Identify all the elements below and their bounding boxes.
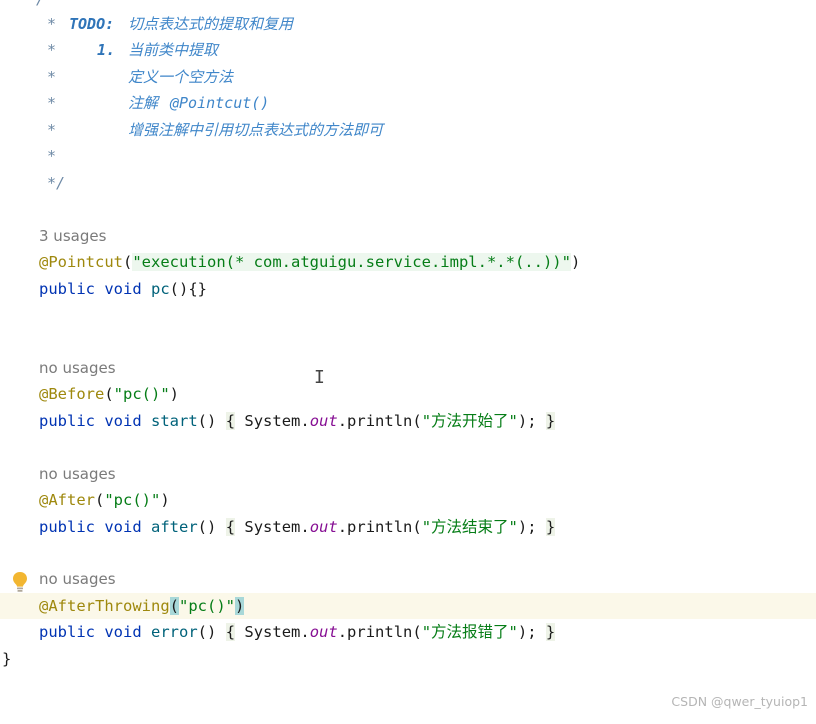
code-line-comment-6: * (0, 143, 816, 169)
comment-item-text: 当前类中提取 (128, 41, 219, 59)
system-class: System. (244, 412, 310, 430)
comment-item-number: 1. (97, 41, 116, 59)
paren-highlight: ( (169, 597, 179, 615)
paren: ) (570, 253, 581, 271)
out-field: out (309, 412, 338, 430)
comment-text: 定义一个空方法 (128, 68, 234, 86)
message-string: "方法报错了" (421, 623, 518, 641)
statement-end: ); (517, 623, 537, 641)
brace: { (225, 623, 236, 641)
comment-star: * (47, 121, 57, 139)
code-line-comment-5: * 增强注解中引用切点表达式的方法即可 (0, 117, 816, 143)
usages-hint[interactable]: 3 usages (39, 223, 106, 249)
out-field: out (309, 518, 338, 536)
keyword: public void (39, 412, 142, 430)
out-field: out (309, 623, 338, 641)
code-line-class-close: } (0, 646, 816, 672)
code-line-pointcut-annotation: @Pointcut("execution(* com.atguigu.servi… (0, 249, 816, 275)
watermark: CSDN @qwer_tyuiop1 (671, 694, 808, 709)
code-line-comment-4: * 注解 @Pointcut() (0, 90, 816, 116)
comment-star: * (47, 94, 57, 112)
pointcut-expression: "execution(* com.atguigu.service.impl.*.… (132, 253, 571, 271)
paren: ) (160, 491, 170, 509)
usages-hint-before: no usages (0, 355, 816, 381)
parens: () (197, 518, 217, 536)
code-line-after-method: public void after() { System.out.println… (0, 514, 816, 540)
usages-hint[interactable]: no usages (39, 566, 116, 592)
annotation-before[interactable]: @Before (39, 385, 104, 403)
message-string: "方法开始了" (421, 412, 518, 430)
println-call: .println( (337, 412, 422, 430)
println-call: .println( (337, 518, 422, 536)
method-body: (){} (169, 280, 207, 298)
method-name-after[interactable]: after (151, 518, 198, 536)
comment-text: 注解 (128, 94, 159, 112)
usages-hint-pointcut: 3 usages (0, 223, 816, 249)
code-line-before-annotation: @Before("pc()") (0, 381, 816, 407)
usages-hint[interactable]: no usages (39, 461, 116, 487)
method-name-start[interactable]: start (151, 412, 198, 430)
paren: ( (104, 385, 114, 403)
code-line-before-method: public void start() { System.out.println… (0, 408, 816, 434)
comment-code: @Pointcut() (170, 94, 270, 112)
lightbulb-icon[interactable] (11, 571, 29, 593)
keyword: public void (39, 280, 142, 298)
code-line-comment-todo: * TODO: 切点表达式的提取和复用 (0, 11, 816, 37)
keyword: public void (39, 623, 142, 641)
class-closing-brace: } (2, 650, 12, 668)
parens: () (197, 412, 217, 430)
code-editor[interactable]: /** * TODO: 切点表达式的提取和复用 * 1. 当前类中提取 * 定义… (0, 0, 816, 717)
code-line-after-throwing-annotation: @AfterThrowing("pc()") (0, 593, 816, 619)
code-line-after-annotation: @After("pc()") (0, 487, 816, 513)
brace: } (545, 412, 556, 430)
parens: () (197, 623, 217, 641)
brace: { (225, 518, 236, 536)
text-cursor-icon: I (314, 367, 325, 388)
paren: ( (123, 253, 133, 271)
message-string: "方法结束了" (421, 518, 518, 536)
statement-end: ); (517, 518, 537, 536)
comment-star: * (47, 15, 57, 33)
todo-text: 切点表达式的提取和复用 (128, 15, 294, 33)
code-line-comment-item1: * 1. 当前类中提取 (0, 37, 816, 63)
comment-star: * (47, 41, 57, 59)
println-call: .println( (337, 623, 422, 641)
comment-close: */ (47, 174, 66, 192)
comment-star: * (47, 68, 57, 86)
system-class: System. (244, 518, 310, 536)
method-name-pc[interactable]: pc (151, 280, 170, 298)
brace: } (545, 518, 556, 536)
annotation-arg: "pc()" (113, 385, 170, 403)
code-line-after-throwing-method: public void error() { System.out.println… (0, 619, 816, 645)
paren-highlight: ) (235, 597, 245, 615)
paren: ) (169, 385, 180, 403)
brace: { (225, 412, 236, 430)
todo-label: TODO: (69, 15, 115, 33)
comment-text: 增强注解中引用切点表达式的方法即可 (128, 121, 384, 139)
code-line-comment-3: * 定义一个空方法 (0, 64, 816, 90)
annotation-pointcut[interactable]: @Pointcut (39, 253, 123, 271)
annotation-after[interactable]: @After (39, 491, 95, 509)
statement-end: ); (517, 412, 537, 430)
annotation-arg: "pc()" (104, 491, 161, 509)
brace: } (545, 623, 556, 641)
paren: ( (95, 491, 105, 509)
keyword: public void (39, 518, 142, 536)
annotation-after-throwing[interactable]: @AfterThrowing (39, 597, 170, 615)
code-line-comment-close: */ (0, 170, 816, 196)
method-name-error[interactable]: error (151, 623, 198, 641)
usages-hint-after: no usages (0, 461, 816, 487)
comment-star: * (47, 147, 57, 165)
system-class: System. (244, 623, 310, 641)
code-line-pointcut-method: public void pc(){} (0, 276, 816, 302)
usages-hint-after-throwing: no usages (0, 566, 816, 592)
annotation-arg: "pc()" (179, 597, 235, 615)
usages-hint[interactable]: no usages (39, 355, 116, 381)
